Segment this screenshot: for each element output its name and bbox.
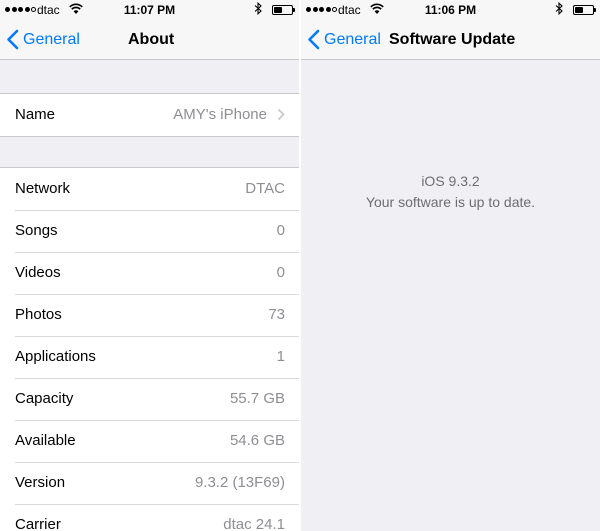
navigation-bar: General Software Update <box>301 20 600 60</box>
info-group: Network DTAC Songs 0 Videos 0 Photos 73 … <box>0 167 299 531</box>
status-bar: dtac 11:06 PM <box>301 0 600 20</box>
info-row-songs: Songs 0 <box>0 210 299 252</box>
info-row-version: Version 9.3.2 (13F69) <box>0 462 299 504</box>
status-bar: dtac 11:07 PM <box>0 0 299 20</box>
back-button[interactable]: General <box>307 29 381 50</box>
row-value: 54.6 GB <box>229 432 285 449</box>
page-title: Software Update <box>389 31 516 48</box>
row-value: 9.3.2 (13F69) <box>194 474 285 491</box>
name-group: Name AMY's iPhone <box>0 93 299 137</box>
software-update-screen: dtac 11:06 PM General Software Update iO… <box>301 0 600 531</box>
row-label: Name <box>15 106 56 123</box>
row-label: Network <box>15 180 71 197</box>
row-value: 55.7 GB <box>229 390 285 407</box>
bluetooth-icon <box>254 2 262 15</box>
up-to-date-message: Your software is up to date. <box>365 194 536 210</box>
chevron-right-icon <box>277 108 285 121</box>
navigation-bar: General About <box>0 20 299 60</box>
bluetooth-icon <box>555 2 563 15</box>
row-label: Photos <box>15 306 62 323</box>
row-label: Songs <box>15 222 58 239</box>
row-label: Version <box>15 474 66 491</box>
row-value: 1 <box>276 348 285 365</box>
row-value: dtac 24.1 <box>223 516 285 531</box>
info-row-network: Network DTAC <box>0 168 299 210</box>
back-button-label: General <box>23 30 80 48</box>
battery-icon <box>272 5 295 15</box>
info-row-applications: Applications 1 <box>0 336 299 378</box>
info-row-carrier: Carrier dtac 24.1 <box>0 504 299 531</box>
chevron-left-icon <box>308 29 320 50</box>
chevron-left-icon <box>7 29 19 50</box>
info-row-capacity: Capacity 55.7 GB <box>0 378 299 420</box>
row-value: DTAC <box>245 180 285 197</box>
settings-row-name[interactable]: Name AMY's iPhone <box>0 94 299 136</box>
page-title: About <box>128 31 175 48</box>
info-row-videos: Videos 0 <box>0 252 299 294</box>
back-button-label: General <box>324 30 381 48</box>
about-screen: dtac 11:07 PM General About Name AMY's i… <box>0 0 299 531</box>
info-row-photos: Photos 73 <box>0 294 299 336</box>
row-label: Available <box>15 432 76 449</box>
battery-icon <box>573 5 596 15</box>
back-button[interactable]: General <box>6 29 80 50</box>
row-value: AMY's iPhone <box>173 106 267 123</box>
row-value: 0 <box>276 264 285 281</box>
info-row-available: Available 54.6 GB <box>0 420 299 462</box>
ios-version: iOS 9.3.2 <box>421 173 480 189</box>
row-label: Carrier <box>15 516 61 531</box>
row-value: 0 <box>276 222 285 239</box>
row-value: 73 <box>268 306 285 323</box>
update-status: iOS 9.3.2 Your software is up to date. <box>301 171 600 213</box>
row-label: Videos <box>15 264 61 281</box>
row-label: Applications <box>15 348 96 365</box>
row-label: Capacity <box>15 390 74 407</box>
